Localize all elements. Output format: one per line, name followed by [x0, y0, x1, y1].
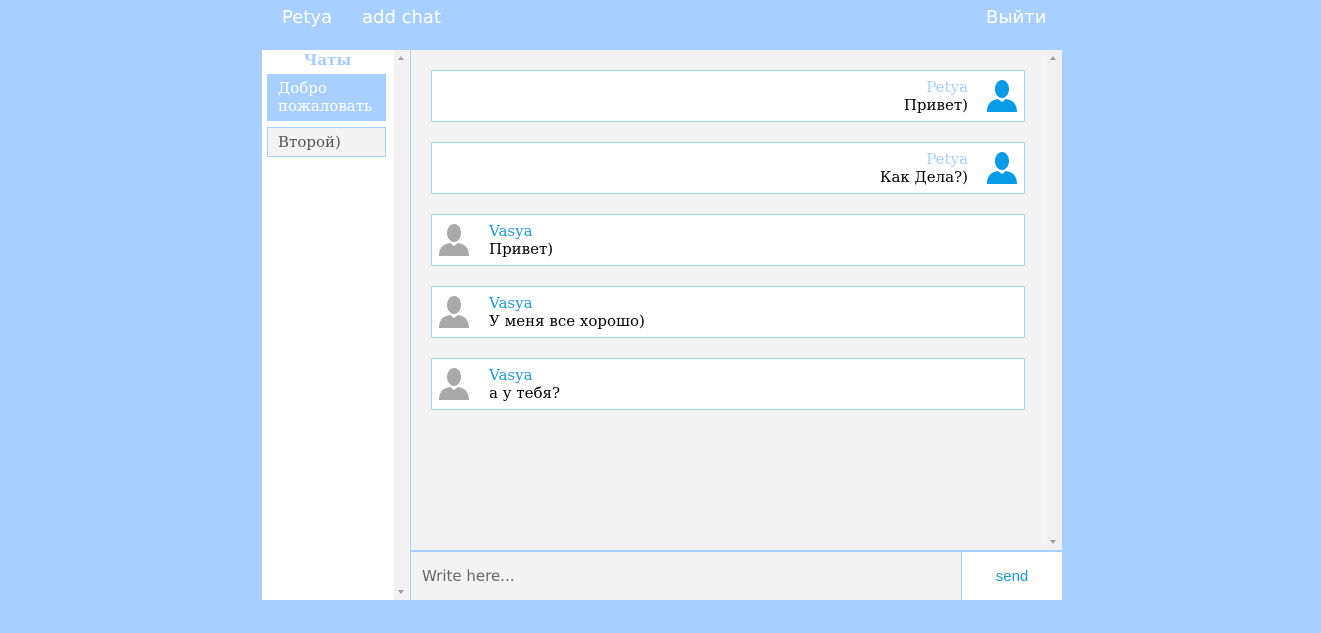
chat-list-scrollbar[interactable] — [394, 50, 409, 600]
chat-item-welcome[interactable]: Добро пожаловать — [267, 74, 386, 121]
message-text: Как Дела?) — [879, 168, 968, 186]
user-name-link[interactable]: Petya — [282, 7, 332, 28]
user-avatar-icon — [439, 368, 469, 400]
message-item: Petya Как Дела?) — [431, 142, 1025, 194]
message-author: Petya — [926, 78, 968, 96]
logout-link[interactable]: Выйти — [986, 7, 1046, 28]
user-avatar-icon — [987, 152, 1017, 184]
message-author: Vasya — [489, 294, 533, 312]
user-avatar-icon — [439, 296, 469, 328]
message-author: Petya — [926, 150, 968, 168]
message-item: Vasya а у тебя? — [431, 358, 1025, 410]
chat-app: Чаты Добро пожаловать Второй) Petya Приве… — [262, 50, 1062, 600]
scroll-down-arrow-icon[interactable] — [398, 590, 404, 594]
message-composer: send — [410, 550, 1062, 600]
scroll-down-arrow-icon[interactable] — [1050, 540, 1056, 544]
send-button[interactable]: send — [961, 552, 1062, 600]
message-list: Petya Привет) Petya Как Дела?) Vasya Привет) V… — [411, 50, 1046, 550]
message-item: Vasya Привет) — [431, 214, 1025, 266]
scroll-up-arrow-icon[interactable] — [1050, 56, 1056, 60]
user-avatar-icon — [987, 80, 1017, 112]
message-text: Привет) — [489, 240, 554, 258]
chat-list-title: Чаты — [303, 51, 352, 69]
message-text: У меня все хорошо) — [489, 312, 645, 330]
chat-item-second[interactable]: Второй) — [267, 127, 386, 157]
message-author: Vasya — [489, 222, 533, 240]
user-avatar-icon — [439, 224, 469, 256]
add-chat-link[interactable]: add chat — [362, 7, 441, 28]
message-item: Petya Привет) — [431, 70, 1025, 122]
chat-list-panel: Чаты Добро пожаловать Второй) — [262, 50, 410, 600]
message-list-scrollbar[interactable] — [1046, 50, 1062, 550]
scroll-up-arrow-icon[interactable] — [398, 56, 404, 60]
message-text: Привет) — [903, 96, 968, 114]
top-bar: Petya add chat Выйти — [0, 0, 1321, 40]
message-input[interactable] — [410, 552, 961, 600]
message-author: Vasya — [489, 366, 533, 384]
message-item: Vasya У меня все хорошо) — [431, 286, 1025, 338]
message-text: а у тебя? — [489, 384, 561, 402]
